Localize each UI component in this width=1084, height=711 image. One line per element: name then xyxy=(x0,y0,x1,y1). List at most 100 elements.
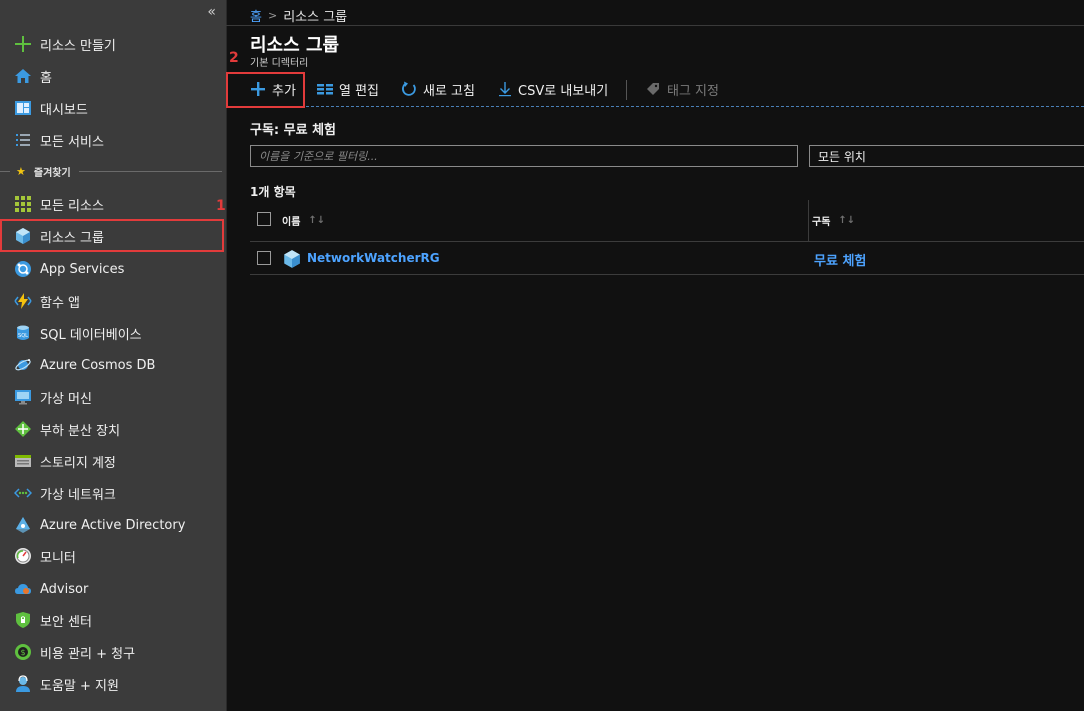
refresh-label: 새로 고침 xyxy=(423,83,475,99)
add-button[interactable]: 추가 xyxy=(250,72,296,106)
sidebar-item-label: 가상 네트워크 xyxy=(40,487,116,503)
select-all-checkbox[interactable] xyxy=(257,212,271,226)
sidebar-item-storage-accounts[interactable]: 스토리지 계정 xyxy=(0,446,226,476)
sidebar-item-function-apps[interactable]: 함수 앱 xyxy=(0,286,226,316)
sql-database-icon: SQL xyxy=(14,324,32,342)
sidebar-item-label: 비용 관리 + 청구 xyxy=(40,646,136,662)
sidebar-item-cost-management[interactable]: $ 비용 관리 + 청구 xyxy=(0,637,226,667)
sidebar-item-cosmos-db[interactable]: Azure Cosmos DB xyxy=(0,350,226,380)
column-header-name[interactable]: 이름 ↑↓ xyxy=(282,200,325,241)
plus-icon xyxy=(250,81,266,97)
favorites-label: 즐겨찾기 xyxy=(33,167,71,179)
load-balancer-icon xyxy=(14,420,32,438)
sidebar-item-app-services[interactable]: App Services xyxy=(0,254,226,284)
cost-icon: $ xyxy=(14,643,32,661)
collapse-sidebar-button[interactable]: « xyxy=(207,4,216,20)
svg-text:$: $ xyxy=(20,648,25,657)
download-icon xyxy=(498,81,512,97)
sidebar-item-label: 보안 센터 xyxy=(40,614,92,630)
sidebar-item-active-directory[interactable]: Azure Active Directory xyxy=(0,510,226,540)
sort-icon: ↑↓ xyxy=(838,215,856,226)
edit-columns-button[interactable]: 열 편집 xyxy=(317,72,379,106)
sidebar-item-label: 부하 분산 장치 xyxy=(40,423,121,439)
sidebar-item-label: Azure Cosmos DB xyxy=(40,357,156,373)
sidebar-item-label: 모든 서비스 xyxy=(40,134,104,150)
toolbar-separator xyxy=(626,80,627,100)
monitor-icon xyxy=(14,547,32,565)
sort-icon: ↑↓ xyxy=(308,215,326,226)
function-icon xyxy=(14,292,32,310)
sidebar-item-label: Azure Active Directory xyxy=(40,517,186,533)
plus-icon xyxy=(14,35,32,53)
table-row[interactable]: NetworkWatcherRG 무료 체험 xyxy=(250,242,1084,275)
virtual-network-icon xyxy=(14,484,32,502)
refresh-button[interactable]: 새로 고침 xyxy=(401,72,475,106)
export-csv-button[interactable]: CSV로 내보내기 xyxy=(498,72,608,106)
row-checkbox[interactable] xyxy=(257,251,271,265)
dashboard-icon xyxy=(14,99,32,117)
resource-group-name-link[interactable]: NetworkWatcherRG xyxy=(307,251,440,265)
item-count: 1개 항목 xyxy=(250,185,296,199)
sidebar-item-label: 모니터 xyxy=(40,550,76,566)
advisor-icon xyxy=(14,580,32,598)
location-dropdown[interactable]: 모든 위치 xyxy=(809,145,1084,167)
sidebar-item-label: 대시보드 xyxy=(40,102,88,118)
subscription-filter-label[interactable]: 구독: 무료 체험 xyxy=(250,119,336,138)
divider xyxy=(0,170,10,172)
sidebar-item-label: 도움말 + 지원 xyxy=(40,678,119,694)
table-header: 이름 ↑↓ 구독 ↑↓ xyxy=(250,200,1084,242)
resource-group-icon xyxy=(14,227,32,245)
favorites-header: ★ 즐겨찾기 xyxy=(0,160,226,182)
list-icon xyxy=(14,131,32,149)
sidebar-item-advisor[interactable]: Advisor xyxy=(0,574,226,604)
sidebar-item-label: 함수 앱 xyxy=(40,295,81,311)
sidebar-item-label: 홈 xyxy=(40,70,52,86)
add-button-label: 추가 xyxy=(272,83,296,99)
home-icon xyxy=(14,67,32,85)
divider xyxy=(226,25,1084,26)
sidebar-item-sql-databases[interactable]: SQL SQL 데이터베이스 xyxy=(0,318,226,348)
sidebar-item-resource-groups[interactable]: 리소스 그룹 xyxy=(0,221,226,251)
grid-icon xyxy=(14,195,32,213)
page-subtitle: 기본 디렉터리 xyxy=(250,58,309,69)
sidebar-item-home[interactable]: 홈 xyxy=(0,61,226,91)
sidebar-item-dashboard[interactable]: 대시보드 xyxy=(0,93,226,123)
export-csv-label: CSV로 내보내기 xyxy=(518,83,609,99)
svg-text:SQL: SQL xyxy=(18,333,28,339)
sidebar-item-virtual-machines[interactable]: 가상 머신 xyxy=(0,382,226,412)
sidebar-item-label: 가상 머신 xyxy=(40,391,92,407)
column-header-subscription-label: 구독 xyxy=(812,217,831,228)
edit-columns-label: 열 편집 xyxy=(339,83,380,99)
shield-icon xyxy=(14,611,32,629)
sidebar-item-label: 모든 리소스 xyxy=(40,198,104,214)
sidebar-item-create-resource[interactable]: 리소스 만들기 xyxy=(0,29,226,59)
resource-group-icon xyxy=(282,249,302,273)
resource-groups-table: 이름 ↑↓ 구독 ↑↓ NetworkWatcherRG 무료 체험 xyxy=(250,200,1084,275)
sidebar-item-monitor[interactable]: 모니터 xyxy=(0,541,226,571)
divider xyxy=(78,170,222,172)
sidebar-item-label: App Services xyxy=(40,261,125,277)
sidebar-item-label: 스토리지 계정 xyxy=(40,455,116,471)
star-icon: ★ xyxy=(16,164,26,178)
subscription-link[interactable]: 무료 체험 xyxy=(814,250,866,269)
assign-tags-button[interactable]: 태그 지정 xyxy=(645,72,719,106)
virtual-machine-icon xyxy=(14,388,32,406)
cosmos-db-icon xyxy=(14,356,32,374)
sidebar-item-load-balancers[interactable]: 부하 분산 장치 xyxy=(0,414,226,444)
annotation-number-2: 2 xyxy=(229,50,239,66)
sidebar-item-all-resources[interactable]: 모든 리소스 xyxy=(0,189,226,219)
column-divider xyxy=(808,200,809,241)
breadcrumb-current: 리소스 그룹 xyxy=(283,10,348,25)
sidebar-item-virtual-networks[interactable]: 가상 네트워크 xyxy=(0,478,226,508)
sidebar-item-all-services[interactable]: 모든 서비스 xyxy=(0,125,226,155)
sidebar-item-label: Advisor xyxy=(40,581,89,597)
column-header-subscription[interactable]: 구독 ↑↓ xyxy=(812,200,855,241)
breadcrumb-home-link[interactable]: 홈 xyxy=(250,6,262,25)
column-header-name-label: 이름 xyxy=(282,217,301,228)
sidebar-item-security-center[interactable]: 보안 센터 xyxy=(0,605,226,635)
sidebar-item-help-support[interactable]: 도움말 + 지원 xyxy=(0,669,226,699)
breadcrumb-separator: > xyxy=(267,9,278,22)
name-filter-input[interactable] xyxy=(250,145,798,167)
storage-icon xyxy=(14,452,32,470)
annotation-number-1: 1 xyxy=(216,198,226,214)
